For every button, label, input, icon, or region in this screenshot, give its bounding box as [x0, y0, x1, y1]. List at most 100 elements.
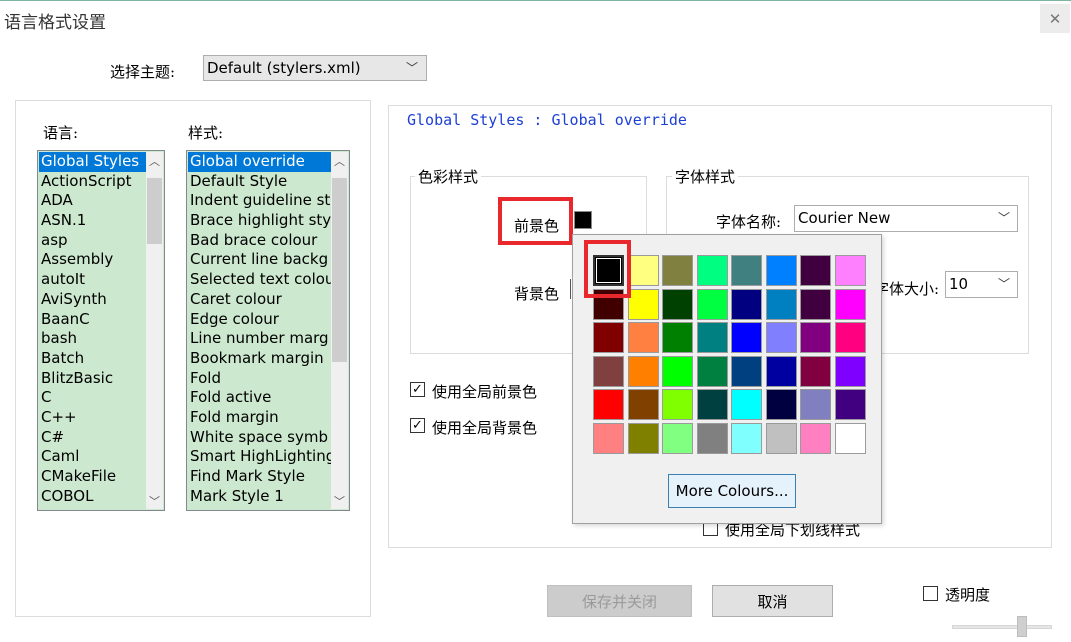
color-swatch[interactable]: [627, 322, 659, 353]
language-list-item[interactable]: COBOL: [39, 487, 146, 507]
color-swatch[interactable]: [696, 322, 728, 353]
color-swatch[interactable]: [765, 255, 797, 286]
style-list-item[interactable]: Bookmark margin: [188, 349, 331, 369]
color-swatch[interactable]: [800, 422, 831, 454]
color-swatch[interactable]: [765, 355, 797, 387]
scroll-up-icon[interactable]: ︿: [146, 152, 163, 169]
language-list-item[interactable]: AviSynth: [39, 290, 146, 310]
color-swatch[interactable]: [731, 355, 762, 387]
style-list-item[interactable]: Brace highlight sty: [188, 211, 331, 231]
color-swatch[interactable]: [696, 288, 728, 320]
language-list-item[interactable]: Batch: [39, 349, 146, 369]
color-swatch[interactable]: [662, 322, 693, 353]
language-list-item[interactable]: BaanC: [39, 310, 146, 330]
foreground-color-swatch[interactable]: [574, 211, 592, 229]
color-swatch[interactable]: [800, 355, 831, 387]
style-list-item[interactable]: Mark Style 1: [188, 487, 331, 507]
color-swatch[interactable]: [662, 389, 693, 420]
color-swatch[interactable]: [662, 255, 693, 286]
language-list-scrollbar[interactable]: ︿ ﹀: [146, 152, 163, 509]
language-list-item[interactable]: autoIt: [39, 270, 146, 290]
scrollbar-thumb[interactable]: [332, 178, 347, 362]
color-swatch[interactable]: [593, 389, 624, 420]
color-swatch[interactable]: [800, 389, 831, 420]
style-list-item[interactable]: Default Style: [188, 172, 331, 192]
color-swatch[interactable]: [765, 288, 797, 320]
color-swatch[interactable]: [696, 389, 728, 420]
scroll-up-icon[interactable]: ︿: [331, 152, 348, 169]
color-swatch[interactable]: [593, 355, 624, 387]
save-close-button[interactable]: 保存并关闭: [547, 585, 692, 617]
color-swatch[interactable]: [731, 288, 762, 320]
color-swatch[interactable]: [731, 422, 762, 454]
language-list-item[interactable]: ADA: [39, 191, 146, 211]
style-list-item[interactable]: Selected text colou: [188, 270, 331, 290]
style-list-item[interactable]: Fold margin: [188, 408, 331, 428]
color-swatch[interactable]: [834, 355, 866, 387]
color-swatch[interactable]: [627, 288, 659, 320]
language-list-item[interactable]: C#: [39, 428, 146, 448]
color-swatch[interactable]: [765, 389, 797, 420]
color-swatch[interactable]: [662, 422, 693, 454]
color-swatch[interactable]: [731, 322, 762, 353]
style-list-item[interactable]: Global override: [188, 152, 331, 172]
cancel-button[interactable]: 取消: [712, 585, 833, 617]
language-list-item[interactable]: bash: [39, 329, 146, 349]
color-swatch[interactable]: [834, 422, 866, 454]
language-list-item[interactable]: Caml: [39, 447, 146, 467]
language-list-item[interactable]: C++: [39, 408, 146, 428]
color-swatch[interactable]: [696, 255, 728, 286]
style-list-item[interactable]: Bad brace colour: [188, 231, 331, 251]
style-list-item[interactable]: Indent guideline st: [188, 191, 331, 211]
language-list-item[interactable]: BlitzBasic: [39, 369, 146, 389]
style-list-item[interactable]: Find Mark Style: [188, 467, 331, 487]
global-fg-checkbox[interactable]: ✓: [410, 382, 425, 397]
style-list-scrollbar[interactable]: ︿ ﹀: [331, 152, 348, 509]
style-list-item[interactable]: Fold active: [188, 388, 331, 408]
style-list-item[interactable]: Smart HighLighting: [188, 447, 331, 467]
theme-select[interactable]: Default (stylers.xml) ﹀: [203, 55, 427, 81]
style-list-item[interactable]: Edge colour: [188, 310, 331, 330]
color-swatch[interactable]: [800, 255, 831, 286]
transparency-slider-track[interactable]: [952, 625, 1052, 629]
color-swatch[interactable]: [627, 422, 659, 454]
color-swatch[interactable]: [800, 322, 831, 353]
language-list[interactable]: Global Styles ActionScript ADA ASN.1 asp Asse…: [37, 150, 165, 511]
color-swatch[interactable]: [834, 389, 866, 420]
color-swatch[interactable]: [765, 422, 797, 454]
style-list-item[interactable]: Caret colour: [188, 290, 331, 310]
color-swatch[interactable]: [834, 322, 866, 353]
language-list-item[interactable]: C: [39, 388, 146, 408]
close-button[interactable]: ✕: [1040, 4, 1070, 33]
style-list[interactable]: Global override Default Style Indent guide…: [186, 150, 350, 511]
color-swatch[interactable]: [731, 389, 762, 420]
color-swatch[interactable]: [627, 389, 659, 420]
global-bg-checkbox[interactable]: ✓: [410, 418, 425, 433]
color-swatch[interactable]: [800, 288, 831, 320]
scroll-down-icon[interactable]: ﹀: [146, 492, 163, 509]
color-swatch[interactable]: [696, 422, 728, 454]
color-swatch[interactable]: [834, 288, 866, 320]
more-colours-button[interactable]: More Colours...: [668, 474, 796, 508]
style-list-item[interactable]: Line number marg: [188, 329, 331, 349]
scrollbar-thumb[interactable]: [147, 178, 162, 244]
transparency-checkbox[interactable]: [923, 586, 938, 601]
color-swatch[interactable]: [593, 422, 624, 454]
transparency-slider-thumb[interactable]: [1017, 616, 1027, 637]
language-list-item[interactable]: ActionScript: [39, 172, 146, 192]
color-swatch[interactable]: [765, 322, 797, 353]
language-list-item[interactable]: Global Styles: [39, 152, 146, 172]
color-swatch[interactable]: [696, 355, 728, 387]
style-list-item[interactable]: White space symb: [188, 428, 331, 448]
language-list-item[interactable]: asp: [39, 231, 146, 251]
language-list-item[interactable]: CMakeFile: [39, 467, 146, 487]
color-swatch[interactable]: [834, 255, 866, 286]
font-name-select[interactable]: Courier New ﹀: [794, 205, 1018, 232]
color-swatch[interactable]: [662, 355, 693, 387]
font-size-select[interactable]: 10 ﹀: [945, 271, 1018, 298]
color-swatch[interactable]: [627, 355, 659, 387]
color-swatch[interactable]: [627, 255, 659, 286]
language-list-item[interactable]: Assembly: [39, 250, 146, 270]
style-list-item[interactable]: Fold: [188, 369, 331, 389]
style-list-item[interactable]: Current line backg: [188, 250, 331, 270]
